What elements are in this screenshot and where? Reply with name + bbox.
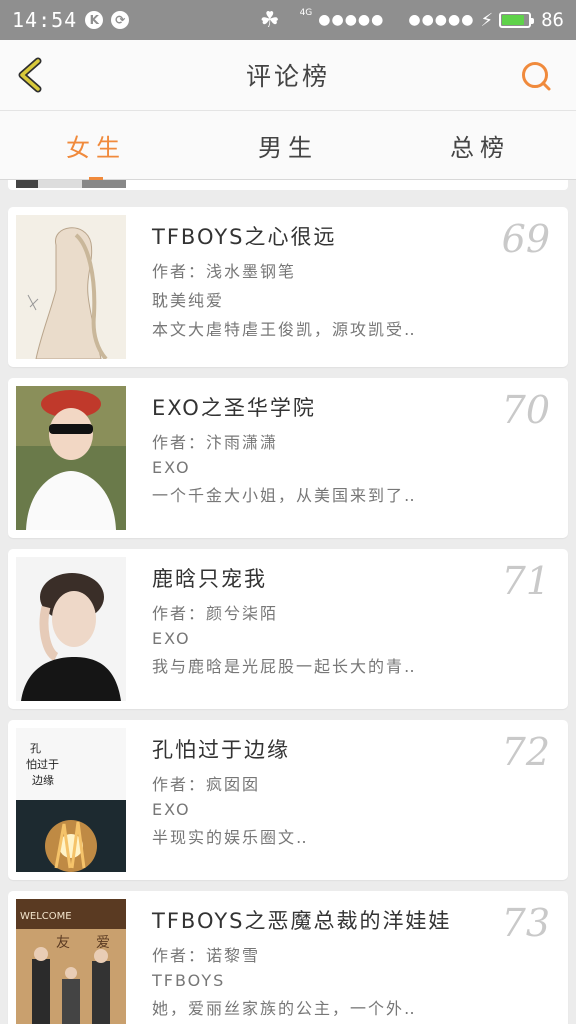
cover-text-1: WELCOME <box>20 911 72 922</box>
list-item[interactable]: EXO之圣华学院 作者：汴雨潇潇 EXO 一个千金大小姐，从美国来到了‥ 70 <box>8 378 568 538</box>
book-title: EXO之圣华学院 <box>152 396 316 420</box>
book-summary: 一个千金大小姐，从美国来到了‥ <box>152 486 417 505</box>
cover-text-2: 怕过于 <box>26 758 59 771</box>
book-category: EXO <box>152 458 191 477</box>
tab-male[interactable]: 男生 <box>192 111 384 179</box>
book-cover <box>16 557 126 701</box>
book-cover <box>16 386 126 530</box>
header-bar: 评论榜 <box>0 40 576 111</box>
book-summary: 我与鹿晗是光屁股一起长大的青‥ <box>152 657 417 676</box>
cover-text-2: 友 <box>56 935 70 951</box>
book-title: TFBOYS之心很远 <box>152 225 337 249</box>
battery-icon <box>499 12 535 28</box>
tab-female[interactable]: 女生 <box>0 111 192 187</box>
rank-number: 71 <box>501 559 550 603</box>
book-summary: 她，爱丽丝家族的公主，一个外‥ <box>152 999 417 1018</box>
search-icon[interactable] <box>520 60 554 94</box>
partial-list-item[interactable] <box>8 180 568 190</box>
book-category: TFBOYS <box>152 971 226 990</box>
status-bar: 14:54 K ⟳ ☘ 4G ●●●●● ●●●●● ⚡ 86 <box>0 0 576 40</box>
book-list[interactable]: TFBOYS之心很远 作者：浅水墨钢笔 耽美纯爱 本文大虐特虐王俊凯，源攻凯受‥… <box>0 180 576 1024</box>
book-category: EXO <box>152 629 191 648</box>
rank-number: 73 <box>501 901 550 945</box>
book-cover: WELCOME 友 爱 <box>16 899 126 1024</box>
signal-strength-2: ●●●●● <box>408 12 475 28</box>
signal-strength-1: ●●●●● <box>318 12 385 28</box>
book-author: 作者：汴雨潇潇 <box>152 433 279 452</box>
tab-overall[interactable]: 总榜 <box>384 111 576 179</box>
cover-text-3: 边缘 <box>32 774 54 787</box>
list-item[interactable]: WELCOME 友 爱 TFBOYS之恶魔总裁的洋娃娃 作者：诺黎雪 TFBOY… <box>8 891 568 1024</box>
book-title: TFBOYS之恶魔总裁的洋娃娃 <box>152 909 452 933</box>
book-category: EXO <box>152 800 191 819</box>
book-author: 作者：颜兮柒陌 <box>152 604 279 623</box>
list-item[interactable]: 鹿晗只宠我 作者：颜兮柒陌 EXO 我与鹿晗是光屁股一起长大的青‥ 71 <box>8 549 568 709</box>
back-arrow-icon[interactable] <box>14 56 48 94</box>
book-author: 作者：浅水墨钢笔 <box>152 262 297 281</box>
book-cover <box>16 180 126 188</box>
book-author: 作者：疯囡囡 <box>152 775 261 794</box>
book-title: 鹿晗只宠我 <box>152 567 267 591</box>
tab-bar: 女生 男生 总榜 <box>0 111 576 187</box>
tab-female-label: 女生 <box>66 133 126 162</box>
book-summary: 本文大虐特虐王俊凯，源攻凯受‥ <box>152 320 417 339</box>
rank-number: 72 <box>501 730 550 774</box>
cover-text-1: 孔 <box>30 742 41 755</box>
list-item[interactable]: 孔 怕过于 边缘 孔怕过于边缘 作者：疯囡囡 EXO 半现实的娱乐圈文‥ 72 <box>8 720 568 880</box>
cover-text-3: 爱 <box>96 935 110 951</box>
clover-icon: ☘ <box>259 7 280 33</box>
rank-number: 69 <box>501 217 550 261</box>
book-author: 作者：诺黎雪 <box>152 946 261 965</box>
sync-icon: ⟳ <box>111 11 130 29</box>
tab-male-label: 男生 <box>258 133 318 162</box>
status-time: 14:54 <box>12 8 78 32</box>
tab-overall-label: 总榜 <box>450 133 510 162</box>
rank-number: 70 <box>501 388 550 432</box>
list-item[interactable]: TFBOYS之心很远 作者：浅水墨钢笔 耽美纯爱 本文大虐特虐王俊凯，源攻凯受‥… <box>8 207 568 367</box>
battery-percent: 86 <box>541 9 564 31</box>
book-cover: 孔 怕过于 边缘 <box>16 728 126 872</box>
charging-icon: ⚡ <box>480 9 494 31</box>
book-category: 耽美纯爱 <box>152 291 225 310</box>
network-type: 4G <box>299 8 313 18</box>
book-title: 孔怕过于边缘 <box>152 738 290 762</box>
battery-level <box>502 15 525 25</box>
k-app-icon: K <box>85 11 104 29</box>
book-summary: 半现实的娱乐圈文‥ <box>152 828 309 847</box>
page-title: 评论榜 <box>245 62 330 91</box>
book-cover <box>16 215 126 359</box>
